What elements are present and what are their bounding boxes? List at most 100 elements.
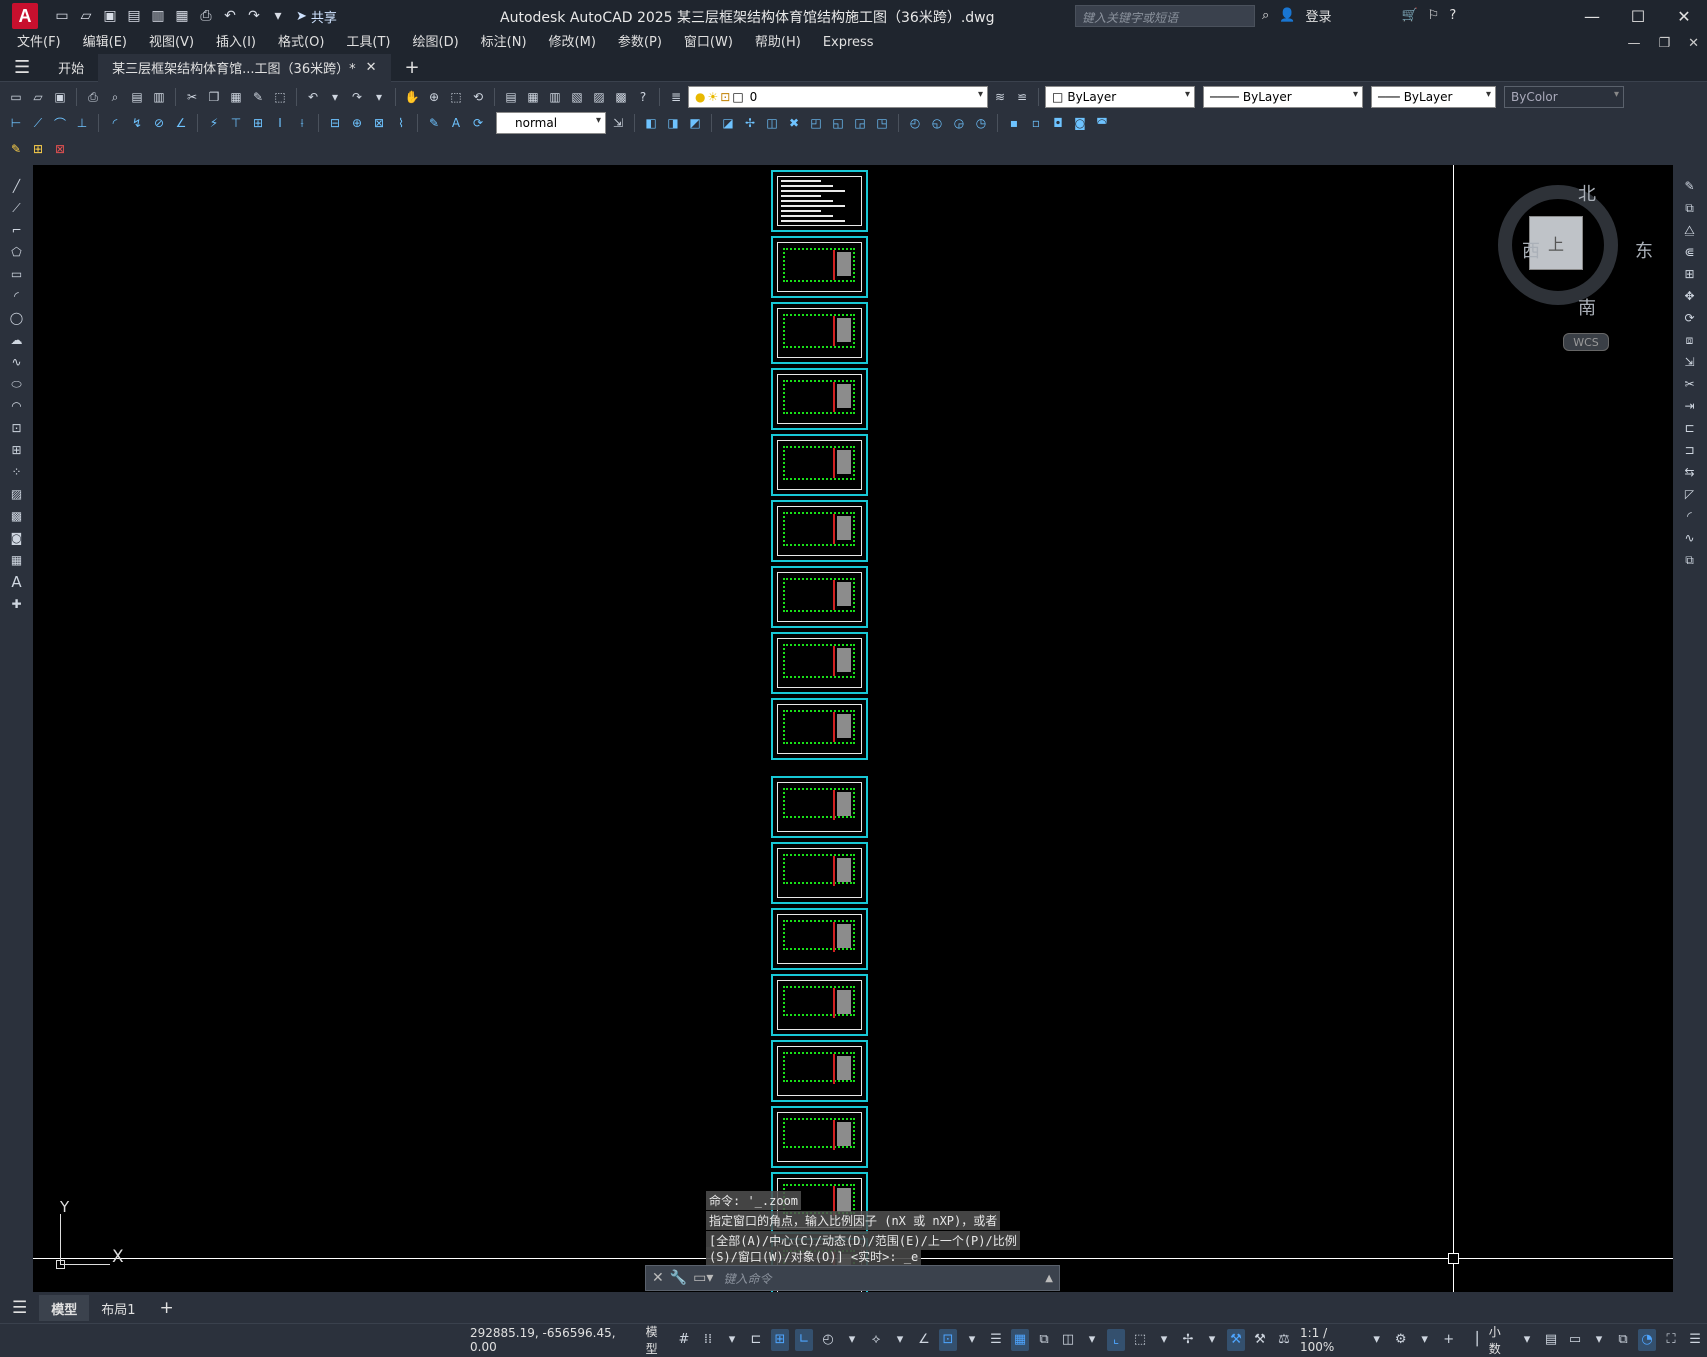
copy-object-icon[interactable]: ⧉	[1679, 198, 1701, 218]
rectangle-icon[interactable]: ▭	[6, 264, 28, 284]
coordinates-display[interactable]: 292885.19, -656596.45, 0.00	[470, 1326, 634, 1354]
dim-break-icon[interactable]: ⟊	[292, 113, 312, 133]
selection-cycling-icon[interactable]: ⧉	[1035, 1329, 1053, 1351]
menu-edit[interactable]: 编辑(E)	[72, 32, 138, 54]
line-icon[interactable]: ╱	[6, 176, 28, 196]
zoom-window-icon[interactable]: ⬚	[446, 87, 466, 107]
arc-icon[interactable]: ◜	[6, 286, 28, 306]
ortho-icon[interactable]: ∟	[795, 1328, 813, 1351]
solid-edit-icon[interactable]: ▪	[1004, 113, 1024, 133]
extrude-icon[interactable]: ◴	[905, 113, 925, 133]
tab-close-icon[interactable]: ✕	[366, 60, 377, 75]
jogged-linear-icon[interactable]: ⌇	[391, 113, 411, 133]
doc-close-button[interactable]: ✕	[1688, 36, 1699, 51]
tolerance-icon[interactable]: ⊟	[325, 113, 345, 133]
inspect-icon[interactable]: ⊠	[369, 113, 389, 133]
explode-icon[interactable]: ⧉	[1679, 550, 1701, 570]
3d-osnap-icon[interactable]: ◫	[1059, 1329, 1077, 1351]
sheet-set-manager-icon[interactable]: ▧	[567, 87, 587, 107]
viewcube-south[interactable]: 南	[1578, 294, 1596, 320]
doc-minimize-button[interactable]: —	[1627, 36, 1640, 51]
separate-icon[interactable]: ▫	[1026, 113, 1046, 133]
3d-box-icon[interactable]: ◧	[641, 113, 661, 133]
clean-icon[interactable]: ◚	[1092, 113, 1112, 133]
zoom-realtime-icon[interactable]: ⊕	[424, 87, 444, 107]
selection-filter-icon[interactable]: ⬚	[1131, 1329, 1149, 1351]
viewcube-east[interactable]: 东	[1635, 237, 1653, 263]
menu-view[interactable]: 视图(V)	[138, 32, 205, 54]
object-snap-icon[interactable]: ⊡	[939, 1328, 957, 1351]
save-icon[interactable]: ▣	[50, 87, 70, 107]
move-icon[interactable]: ✥	[1679, 286, 1701, 306]
polygon-icon[interactable]: ⬠	[6, 242, 28, 262]
make-current-icon[interactable]: ≋	[990, 87, 1010, 107]
dim-edit-icon[interactable]: ✎	[424, 113, 444, 133]
filter-dropdown-icon[interactable]: ▾	[1155, 1329, 1173, 1351]
layer-dropdown[interactable]: ● ☀ ⊡ □ 0 ▾	[688, 86, 988, 108]
gradient-icon[interactable]: ▩	[6, 506, 28, 526]
autocad-logo-icon[interactable]: A	[12, 3, 38, 29]
grid-icon[interactable]: #	[675, 1329, 693, 1351]
slice-icon[interactable]: ◶	[949, 113, 969, 133]
dim-update-icon[interactable]: ⟳	[468, 113, 488, 133]
menu-format[interactable]: 格式(O)	[267, 32, 335, 54]
dim-angular-icon[interactable]: ∠	[171, 113, 191, 133]
menu-modify[interactable]: 修改(M)	[538, 32, 607, 54]
revision-cloud-icon[interactable]: ☁	[6, 330, 28, 350]
mirror-icon[interactable]: ⧋	[1679, 220, 1701, 240]
center-mark-icon[interactable]: ⊕	[347, 113, 367, 133]
zoom-previous-icon[interactable]: ⟲	[468, 87, 488, 107]
command-history-toggle-icon[interactable]: ▲	[1045, 1273, 1053, 1284]
search-input[interactable]: 键入关键字或短语	[1075, 5, 1255, 27]
drawing-viewport[interactable]	[33, 165, 1673, 1292]
gizmo-icon[interactable]: ✢	[1179, 1329, 1197, 1351]
add-selected-icon[interactable]: ✚	[6, 594, 28, 614]
menu-express[interactable]: Express	[812, 32, 885, 54]
exchange-icon[interactable]: ⚐	[1428, 8, 1440, 23]
spline-icon[interactable]: ∿	[6, 352, 28, 372]
dim-baseline-icon[interactable]: ⊤	[226, 113, 246, 133]
dim-aligned-icon[interactable]: ⟋	[28, 113, 48, 133]
object-tracking-icon[interactable]: ∠	[915, 1329, 933, 1351]
units-value[interactable]: 小数	[1489, 1323, 1511, 1357]
new-file-icon[interactable]: ▭	[52, 6, 72, 26]
linetype-dropdown[interactable]: ──── ByLayer ▾	[1203, 86, 1363, 108]
gizmo-dropdown-icon[interactable]: ▾	[1203, 1329, 1221, 1351]
dim-diameter-icon[interactable]: ⊘	[149, 113, 169, 133]
3d-cylinder-icon[interactable]: ◨	[663, 113, 683, 133]
undo-icon[interactable]: ↶	[303, 87, 323, 107]
dimstyle-dropdown[interactable]: normal ▾	[496, 112, 606, 134]
quick-dim-icon[interactable]: ⚡	[204, 113, 224, 133]
scale-dropdown-icon[interactable]: ▾	[1368, 1329, 1386, 1351]
customize-qat-icon[interactable]: ▾	[268, 6, 288, 26]
block-editor-icon[interactable]: ⬚	[270, 87, 290, 107]
new-tab-button[interactable]: +	[391, 54, 434, 82]
dynamic-input-icon[interactable]: ⊞	[771, 1328, 789, 1351]
search-icon[interactable]: ⌕	[1262, 8, 1269, 23]
plotstyle-dropdown[interactable]: ByColor ▾	[1504, 86, 1624, 108]
match-prop-icon[interactable]: ✎	[248, 87, 268, 107]
isodraft-dropdown-icon[interactable]: ▾	[891, 1329, 909, 1351]
redo-icon[interactable]: ↷	[347, 87, 367, 107]
cart-icon[interactable]: 🛒	[1401, 8, 1417, 23]
solid-subtract-icon[interactable]: ◲	[850, 113, 870, 133]
tab-start[interactable]: 开始	[44, 54, 98, 82]
customize-command-icon[interactable]: 🔧	[670, 1270, 687, 1286]
make-block-icon[interactable]: ⊞	[6, 440, 28, 460]
annotation-visibility-icon[interactable]: ⚒	[1227, 1328, 1245, 1351]
extend-icon[interactable]: ⇥	[1679, 396, 1701, 416]
trim-icon[interactable]: ✂	[1679, 374, 1701, 394]
cut-icon[interactable]: ✂	[182, 87, 202, 107]
menu-tools[interactable]: 工具(T)	[335, 32, 401, 54]
3d-mirror-icon[interactable]: ✖	[784, 113, 804, 133]
menu-draw[interactable]: 绘图(D)	[402, 32, 470, 54]
ellipse-icon[interactable]: ⬭	[6, 374, 28, 394]
dim-style-icon[interactable]: ⇲	[608, 113, 628, 133]
doc-restore-button[interactable]: ❐	[1658, 36, 1670, 51]
quick-properties-icon[interactable]: ▤	[1542, 1329, 1560, 1351]
polyline-icon[interactable]: ⌐	[6, 220, 28, 240]
thicken-icon[interactable]: ◷	[971, 113, 991, 133]
share-button[interactable]: ➤ 共享	[296, 7, 337, 26]
save-as-icon[interactable]: ▤	[124, 6, 144, 26]
3dprint-icon[interactable]: ▥	[149, 87, 169, 107]
